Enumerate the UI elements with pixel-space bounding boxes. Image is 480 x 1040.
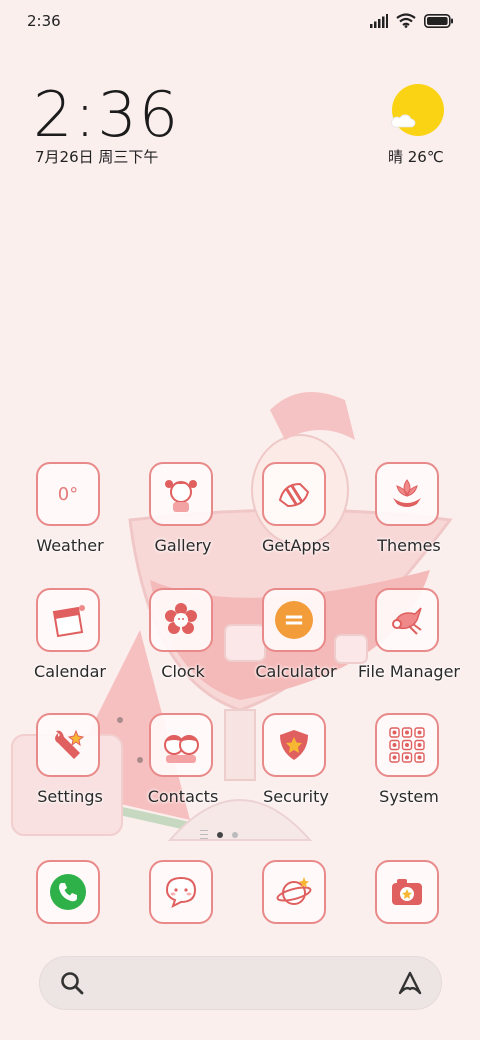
app-security[interactable]: Security — [240, 713, 352, 825]
file-manager-icon — [375, 588, 439, 652]
contacts-icon — [149, 713, 213, 777]
weather-temperature-icon: 0° — [36, 462, 100, 526]
app-contacts[interactable]: Contacts — [127, 713, 239, 825]
camera-icon — [375, 860, 439, 924]
system-folder-icon — [375, 713, 439, 777]
app-label-themes: Themes — [377, 536, 441, 555]
app-label-system: System — [379, 787, 439, 806]
search-input[interactable] — [97, 956, 401, 1012]
app-clock[interactable]: Clock — [127, 588, 239, 700]
page-indicator[interactable] — [200, 830, 238, 839]
status-bar: 2:36 — [0, 0, 480, 42]
signal-icon — [370, 13, 388, 32]
phone-icon — [36, 860, 100, 924]
calendar-icon — [36, 588, 100, 652]
search-icon[interactable] — [59, 970, 85, 1000]
battery-icon — [424, 13, 454, 32]
themes-flower-icon — [375, 462, 439, 526]
page-dot — [232, 831, 238, 838]
clock-widget-date[interactable]: 7月26日 周三下午 — [35, 146, 158, 167]
status-time: 2:36 — [27, 12, 61, 30]
app-settings[interactable]: Settings — [14, 713, 126, 825]
app-weather[interactable]: 0° Weather — [14, 462, 126, 574]
security-shield-icon — [262, 713, 326, 777]
browser-planet-icon — [262, 860, 326, 924]
search-bar[interactable] — [39, 956, 442, 1012]
messages-icon — [149, 860, 213, 924]
getapps-icon — [262, 462, 326, 526]
weather-condition-temp: 晴 26℃ — [388, 148, 444, 166]
app-drawer-indicator-icon — [200, 830, 208, 839]
wifi-icon — [396, 13, 416, 32]
weather-widget[interactable]: 晴 26℃ — [388, 84, 448, 174]
assistant-icon[interactable] — [396, 969, 424, 1001]
app-label-file-manager: File Manager — [358, 662, 460, 681]
page-dot-active — [217, 831, 223, 838]
clock-flower-icon — [149, 588, 213, 652]
app-gallery[interactable]: Gallery — [127, 462, 239, 574]
app-calculator[interactable]: = Calculator — [240, 588, 352, 700]
sun-cloud-icon — [392, 84, 444, 136]
settings-wrench-icon — [36, 713, 100, 777]
app-system[interactable]: System — [353, 713, 465, 825]
app-themes[interactable]: Themes — [353, 462, 465, 574]
calculator-icon: = — [262, 588, 326, 652]
app-getapps[interactable]: GetApps — [240, 462, 352, 574]
app-calendar[interactable]: Calendar — [14, 588, 126, 700]
clock-widget-time[interactable]: 2:36 — [33, 78, 180, 151]
cloud-icon — [391, 114, 416, 128]
gallery-girl-icon — [149, 462, 213, 526]
app-file-manager[interactable]: File Manager — [353, 588, 465, 700]
